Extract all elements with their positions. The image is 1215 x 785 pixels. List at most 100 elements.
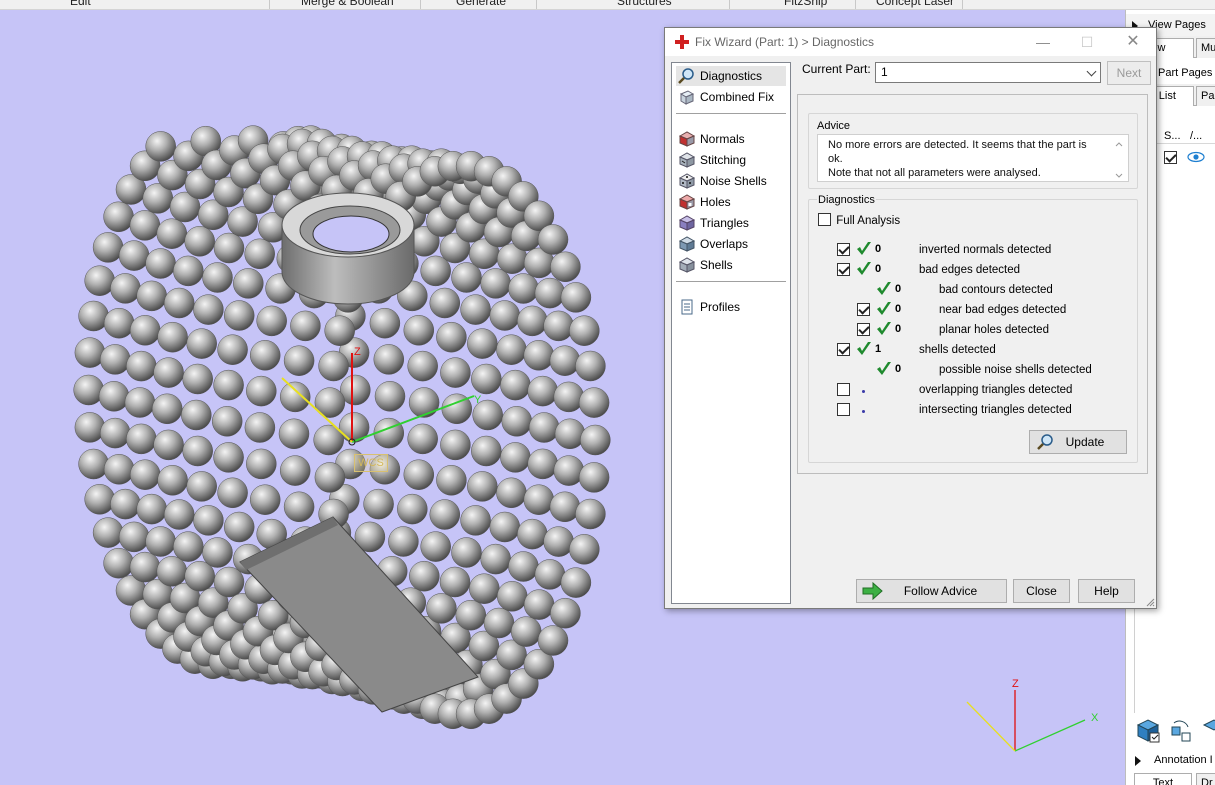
nav-item-shells[interactable]: Shells (676, 255, 786, 275)
full-analysis-checkbox[interactable] (818, 213, 831, 227)
nav-item-diagnostics[interactable]: Diagnostics (676, 66, 786, 86)
green-arrow-icon (862, 582, 883, 600)
current-part-select[interactable]: 1 (875, 62, 1101, 83)
menu-divider (855, 0, 856, 9)
sphere-bead (455, 599, 487, 631)
combined-fix-icon (679, 90, 695, 105)
diagnostic-checkbox[interactable] (857, 303, 870, 316)
current-part-label: Current Part: (802, 62, 871, 76)
sphere-bead (523, 340, 555, 371)
sphere-bead (407, 423, 438, 455)
sphere-bead (469, 573, 500, 604)
diagnostic-row: 0 bad contours detected (809, 280, 1129, 300)
tab-pa[interactable]: Pa (1196, 86, 1215, 106)
nav-item-normals[interactable]: Normals (676, 129, 786, 149)
sphere-bead (508, 551, 539, 582)
menu-item-concept-laser[interactable]: Concept Laser (876, 0, 954, 8)
sphere-bead (318, 350, 349, 382)
nav-item-combined-fix[interactable]: Combined Fix (676, 87, 786, 107)
diagnostic-checkbox[interactable] (837, 383, 850, 396)
sphere-bead (173, 531, 204, 562)
sphere-bead (553, 381, 585, 413)
sphere-bead (246, 448, 277, 480)
cube-tool-icons[interactable] (1134, 715, 1215, 745)
advice-scrollbar[interactable] (1112, 137, 1126, 183)
column-s[interactable]: S... (1164, 130, 1181, 142)
menu-item-generate[interactable]: Generate (456, 0, 506, 8)
sphere-bead (374, 381, 406, 412)
nav-item-noise-shells[interactable]: Noise Shells (676, 171, 786, 191)
sphere-bead (233, 268, 264, 299)
nav-item-profiles[interactable]: Profiles (676, 297, 786, 317)
bearing-cylinder (281, 192, 415, 305)
next-button[interactable]: Next (1107, 61, 1151, 85)
close-button[interactable]: Close (1013, 579, 1070, 603)
sphere-bead (420, 531, 451, 562)
noise-shells-icon (678, 173, 695, 189)
dialog-titlebar[interactable]: Fix Wizard (Part: 1) > Diagnostics — ☐ ✕ (665, 28, 1156, 56)
sphere-bead (429, 287, 461, 319)
maximize-button[interactable]: ☐ (1073, 32, 1101, 52)
column-slash[interactable]: /... (1190, 130, 1202, 142)
follow-advice-label: Follow Advice (903, 584, 978, 598)
resize-grip-icon[interactable] (1145, 597, 1155, 607)
close-window-button[interactable]: ✕ (1119, 32, 1147, 52)
minimize-button[interactable]: — (1029, 32, 1057, 52)
part-visible-checkbox[interactable] (1164, 151, 1177, 164)
sphere-bead (84, 484, 115, 515)
menu-item-edit[interactable]: Edit (70, 0, 91, 8)
sphere-bead (363, 488, 394, 520)
nav-item-stitching[interactable]: Stitching (676, 150, 786, 170)
diagnostic-checkbox[interactable] (857, 323, 870, 336)
tab-mu[interactable]: Mu (1196, 38, 1215, 58)
sphere-bead (103, 454, 135, 485)
mini-axis-triad (966, 690, 1086, 752)
diagnostic-checkbox[interactable] (837, 343, 850, 356)
application-window: Edit Merge & Boolean Generate Structures… (0, 0, 1215, 785)
sphere-bead (193, 505, 224, 536)
sphere-bead (471, 363, 502, 395)
nav-item-triangles[interactable]: Triangles (676, 213, 786, 233)
sphere-bead (369, 307, 401, 339)
diagnostic-checkbox[interactable] (837, 243, 850, 256)
eye-icon[interactable] (1186, 150, 1206, 164)
follow-advice-button[interactable]: Follow Advice (856, 579, 1007, 603)
full-analysis-option[interactable]: Full Analysis (818, 211, 900, 231)
sphere-bead (184, 226, 215, 257)
update-button[interactable]: Update (1029, 430, 1127, 454)
sphere-bead (426, 593, 457, 624)
diagnostic-label: overlapping triangles detected (919, 384, 1073, 396)
menu-item-fitzship[interactable]: FitzShip (784, 0, 827, 8)
sphere-bead (110, 273, 141, 304)
sphere-bead (489, 511, 521, 543)
annotation-header[interactable]: Annotation I (1126, 749, 1215, 771)
sphere-bead (527, 375, 558, 407)
diagnostic-checkbox[interactable] (837, 263, 850, 276)
advice-text-line: No more errors are detected. It seems th… (828, 139, 1087, 165)
fix-wizard-dialog: Fix Wizard (Part: 1) > Diagnostics — ☐ ✕… (664, 27, 1157, 609)
sphere-bead (92, 517, 124, 548)
sphere-bead (408, 387, 440, 418)
diagnostic-checkbox[interactable] (837, 403, 850, 416)
menu-item-structures[interactable]: Structures (617, 0, 672, 8)
green-check-icon (857, 342, 871, 355)
nav-item-holes[interactable]: Holes (676, 192, 786, 212)
tab-dr[interactable]: Dr (1196, 773, 1215, 785)
sphere-bead (489, 300, 521, 331)
tab-text[interactable]: Text (1134, 773, 1192, 785)
sphere-bead (213, 232, 245, 264)
sphere-bead (537, 224, 569, 255)
sphere-bead (550, 597, 581, 629)
sphere-bead (403, 315, 435, 346)
help-button[interactable]: Help (1078, 579, 1135, 603)
chevron-down-icon (1086, 66, 1097, 77)
sphere-bead (409, 560, 440, 592)
sphere-bead (213, 442, 244, 473)
sphere-bead (278, 418, 310, 450)
advice-text-box: No more errors are detected. It seems th… (817, 134, 1129, 182)
nav-item-overlaps[interactable]: Overlaps (676, 234, 786, 254)
sphere-bead (460, 294, 491, 325)
sphere-bead (99, 417, 131, 449)
menu-item-merge-boolean[interactable]: Merge & Boolean (301, 0, 394, 8)
sphere-bead (496, 477, 527, 509)
